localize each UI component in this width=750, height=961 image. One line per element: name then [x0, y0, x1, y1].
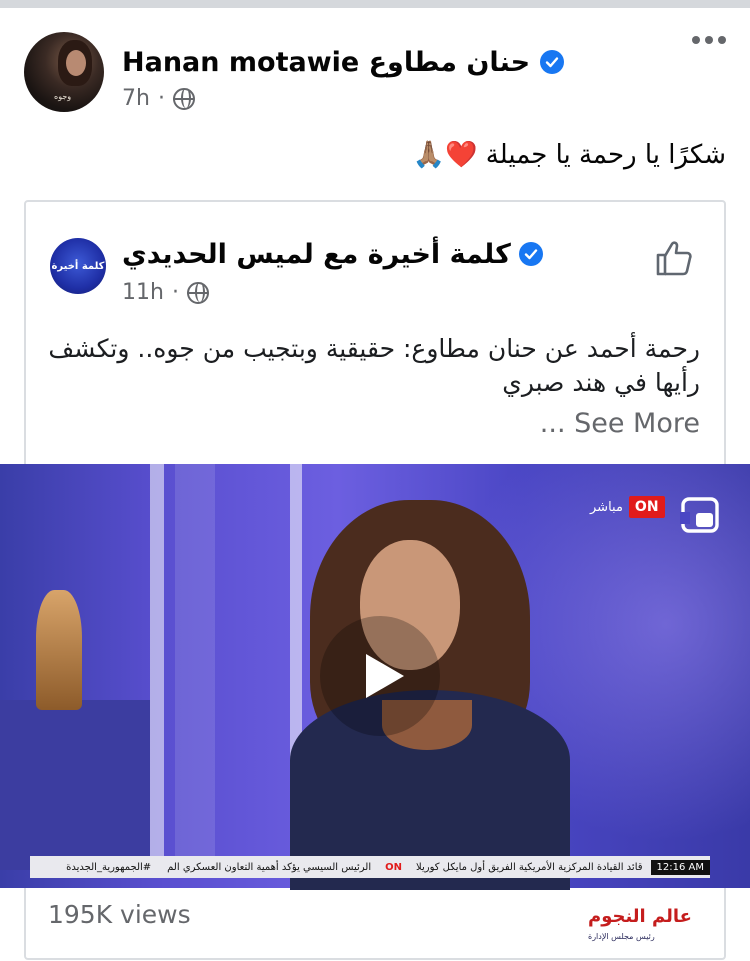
meta-separator: ·: [157, 86, 165, 111]
ticker-item: قائد القيادة المركزية الأمريكية الفريق أ…: [416, 861, 643, 873]
ticker-time: 12:16 AM: [650, 859, 710, 875]
post-author[interactable]: Hanan motawie حنان مطاوع: [122, 42, 565, 82]
author-name[interactable]: Hanan motawie حنان مطاوع: [122, 47, 530, 78]
verified-badge-icon: [540, 50, 565, 74]
post-time[interactable]: 7h: [122, 86, 150, 111]
public-globe-icon: [186, 281, 209, 304]
shared-post-body: رحمة أحمد عن حنان مطاوع: حقيقية وبتجيب م…: [48, 334, 700, 397]
ticker-channel-logo: ON: [385, 861, 402, 873]
play-button-icon[interactable]: [320, 616, 440, 736]
verified-badge-icon: [518, 242, 543, 266]
like-thumb-icon[interactable]: [654, 238, 694, 278]
ticker-item: #الجمهورية_الجديدة: [66, 861, 152, 873]
channel-badge: مباشر ON: [590, 496, 665, 518]
channel-logo: ON: [628, 496, 665, 518]
studio-light: [150, 464, 164, 864]
author-avatar[interactable]: وجوه: [24, 32, 104, 112]
ticker-item: الرئيس السيسي يؤكد أهمية التعاون العسكري…: [167, 861, 372, 873]
more-options-icon[interactable]: [692, 36, 726, 44]
shared-post-time[interactable]: 11h: [122, 280, 164, 305]
post-meta: 7h ·: [122, 86, 195, 111]
news-ticker: 12:16 AM قائد القيادة المركزية الأمريكية…: [30, 856, 710, 878]
avatar-caption: وجوه: [54, 92, 72, 101]
public-globe-icon: [172, 87, 195, 110]
watermark-subtext: رئيس مجلس الإدارة: [588, 932, 655, 941]
studio-light: [175, 464, 215, 864]
shared-post-meta: 11h ·: [122, 280, 209, 305]
post-text: شكرًا يا رحمة يا جميلة ❤️🙏🏽: [412, 140, 726, 170]
live-label: مباشر: [590, 499, 623, 515]
shared-author-name[interactable]: كلمة أخيرة مع لميس الحديدي: [122, 239, 511, 270]
shared-author-avatar[interactable]: كلمة أخيرة: [50, 238, 106, 294]
see-more-link[interactable]: ... See More: [540, 408, 700, 439]
trophy-decoration: [36, 590, 82, 710]
top-divider: [0, 0, 750, 8]
watermark-logo-text: عالم النجوم: [588, 906, 692, 927]
shared-avatar-caption: كلمة أخيرة: [51, 260, 105, 272]
avatar-face: [66, 50, 86, 76]
studio-shelf: [0, 700, 150, 870]
shared-post-author[interactable]: كلمة أخيرة مع لميس الحديدي: [122, 236, 543, 272]
view-count: 195K views: [48, 900, 191, 929]
meta-separator: ·: [171, 280, 179, 305]
site-watermark: عالم النجوم رئيس مجلس الإدارة: [588, 900, 748, 958]
picture-in-picture-icon[interactable]: [680, 496, 720, 534]
